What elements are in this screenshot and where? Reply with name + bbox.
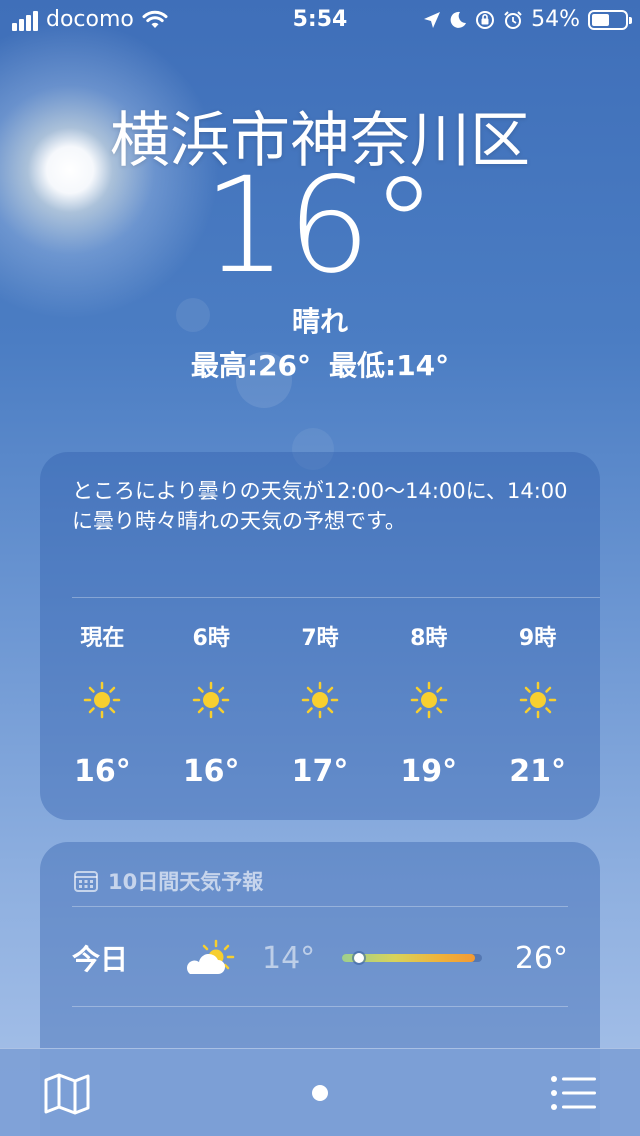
status-bar-right: 54% [423, 7, 632, 32]
divider [72, 906, 568, 907]
high-low: 最高:26° 最低:14° [0, 344, 640, 384]
weather-condition: 晴れ [291, 305, 348, 338]
hour-item: 7時 17° [266, 620, 375, 789]
ten-day-title: 10日間天気予報 [108, 870, 264, 894]
hour-label: 現在 [80, 626, 125, 651]
bottom-toolbar [0, 1048, 640, 1136]
hour-label: 7時 [301, 626, 339, 651]
high-temp: 最高:26° [190, 349, 311, 382]
sun-icon [374, 680, 483, 720]
day-low-temp: 14° [262, 940, 316, 976]
temperature-range-bar [342, 953, 482, 963]
hour-item: 現在 16° [48, 620, 157, 789]
hourly-forecast-card[interactable]: ところにより曇りの天気が12:00～14:00に、14:00に曇り時々晴れの天気… [40, 452, 600, 820]
hour-item: 8時 19° [374, 620, 483, 789]
hour-temp: 19° [400, 754, 458, 789]
page-dot-icon[interactable] [312, 1085, 328, 1101]
sun-icon [266, 680, 375, 720]
hourly-list[interactable]: 現在 16° 6時 16° 7時 17° 8時 19° 9時 21° [40, 620, 600, 789]
hour-temp: 16° [182, 754, 240, 789]
weather-screen: docomo 5:54 54% 横浜市神奈川区 16° 晴れ 最高:26° 最低… [0, 0, 640, 1136]
hour-label: 8時 [410, 626, 448, 651]
location-arrow-icon [424, 11, 441, 28]
hour-temp: 21° [509, 754, 566, 789]
alarm-icon [504, 10, 522, 29]
hour-item: 6時 16° [157, 620, 266, 789]
calendar-icon [74, 871, 98, 892]
current-temperature: 16° [203, 149, 437, 303]
sun-icon [157, 680, 266, 720]
hour-temp: 17° [291, 754, 349, 789]
day-high-temp: 26° [514, 940, 568, 976]
divider [72, 597, 600, 598]
ten-day-header: 10日間天気予報 [74, 866, 263, 896]
moon-icon [450, 11, 467, 28]
battery-percent: 54% [531, 7, 580, 32]
list-icon[interactable] [550, 1075, 596, 1111]
day-row-today[interactable]: 今日 14° 26° [72, 928, 568, 988]
sun-icon [48, 680, 157, 720]
hour-label: 9時 [518, 626, 557, 651]
forecast-summary: ところにより曇りの天気が12:00～14:00に、14:00に曇り時々晴れの天気… [72, 479, 568, 533]
sun-icon [483, 680, 592, 720]
hour-label: 6時 [192, 626, 230, 651]
current-temp-marker [353, 953, 364, 963]
map-icon[interactable] [44, 1073, 90, 1115]
battery-icon [588, 9, 632, 30]
rotation-lock-icon [476, 10, 495, 29]
status-bar: docomo 5:54 54% [0, 0, 640, 40]
low-temp: 最低:14° [329, 349, 450, 382]
hour-item: 9時 21° [483, 620, 592, 789]
hour-temp: 16° [74, 754, 131, 789]
partly-cloudy-icon [182, 938, 262, 978]
day-label: 今日 [72, 943, 129, 976]
divider [72, 1006, 568, 1007]
